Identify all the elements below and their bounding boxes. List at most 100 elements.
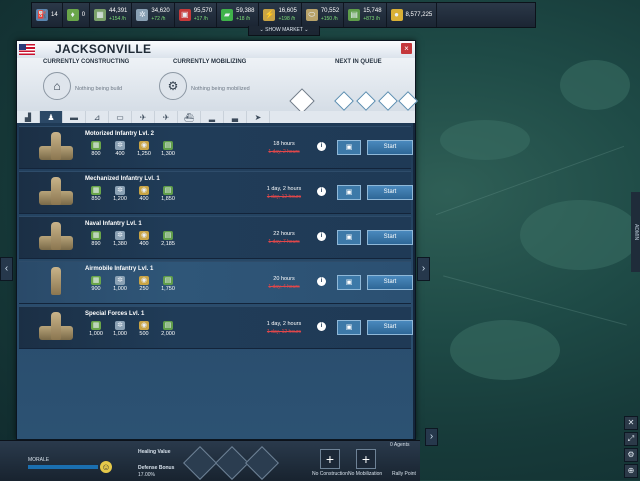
add-to-queue-button[interactable]: ▣ bbox=[337, 140, 361, 155]
tab-artillery[interactable]: ⊿ bbox=[86, 111, 109, 123]
resource-9[interactable]: ● 8,577,225 bbox=[387, 3, 438, 27]
add-construction-button[interactable]: + bbox=[320, 449, 340, 469]
terrain-patch bbox=[440, 120, 530, 160]
resource-bar: ⛽ 14 ♦ 0 ▦ 44,391 +154 /h ✲ 34,620 +72 /h ▣ 95,570 +… bbox=[31, 2, 536, 28]
resource-rate: +150 /h bbox=[320, 16, 338, 22]
close-button[interactable]: × bbox=[401, 43, 412, 54]
queue-label: NEXT IN QUEUE bbox=[335, 59, 382, 65]
tab-building[interactable]: ▟ bbox=[17, 111, 40, 123]
tab-tank[interactable]: ▬ bbox=[63, 111, 86, 123]
resource-rate: +873 /h bbox=[363, 16, 381, 22]
construction-icon: ⌂ bbox=[43, 72, 71, 100]
tab-truck[interactable]: ▭ bbox=[109, 111, 132, 123]
unit-cost-value: 2,185 bbox=[161, 241, 175, 247]
unit-cost: ▦ 900 bbox=[85, 276, 107, 292]
add-to-queue-button[interactable]: ▣ bbox=[337, 185, 361, 200]
add-to-queue-button[interactable]: ▣ bbox=[337, 320, 361, 335]
unit-cost-value: 1,200 bbox=[113, 196, 127, 202]
resource-2[interactable]: ▦ 44,391 +154 /h bbox=[90, 3, 133, 27]
info-icon[interactable]: i bbox=[317, 232, 326, 241]
start-button[interactable]: Start bbox=[367, 140, 413, 155]
tab-missile[interactable]: ➤ bbox=[247, 111, 270, 123]
add-to-queue-button[interactable]: ▣ bbox=[337, 275, 361, 290]
info-icon[interactable]: i bbox=[317, 277, 326, 286]
info-icon[interactable]: i bbox=[317, 187, 326, 196]
resource-8[interactable]: ▤ 15,748 +873 /h bbox=[344, 3, 387, 27]
admin-side-tab[interactable]: ADMIN bbox=[631, 192, 640, 272]
right-arrow-icon[interactable]: › bbox=[417, 257, 430, 281]
unit-cost-value: 400 bbox=[115, 151, 125, 157]
unit-slot-icon[interactable] bbox=[215, 446, 249, 480]
agents-label: 0 Agents bbox=[390, 442, 410, 448]
missile-icon: ➤ bbox=[254, 112, 262, 122]
unit-category-tabs: ▟ ♟ ▬ ⊿ ▭ ✈ ✈ ⛴ ▂ ▃ ➤ bbox=[17, 111, 415, 123]
resource-1[interactable]: ♦ 0 bbox=[63, 3, 91, 27]
production-queue[interactable] bbox=[289, 75, 418, 114]
add-mobilization-button[interactable]: + bbox=[356, 449, 376, 469]
tab-carrier[interactable]: ▃ bbox=[224, 111, 247, 123]
unit-portrait bbox=[37, 130, 75, 164]
unit-cost: ✲ 1,380 bbox=[109, 231, 131, 247]
scrollbar[interactable] bbox=[413, 123, 415, 439]
fullscreen-icon[interactable]: ⤢ bbox=[624, 432, 638, 446]
start-button[interactable]: Start bbox=[367, 320, 413, 335]
tab-submarine[interactable]: ▂ bbox=[201, 111, 224, 123]
unit-slot-icon[interactable] bbox=[245, 446, 279, 480]
supplies-cost-icon: ▦ bbox=[91, 231, 101, 240]
resource-6[interactable]: ⚡ 16,605 +198 /h bbox=[259, 3, 302, 27]
unit-row[interactable]: Motorized Infantry Lvl. 2 ▦ 800 ✲ 400 ◉ 1,250 ▤… bbox=[19, 126, 413, 169]
unit-row[interactable]: Airmobile Infantry Lvl. 1 ▦ 900 ✲ 1,000 ◉ 250 ▤… bbox=[19, 261, 413, 304]
unit-portrait bbox=[37, 220, 75, 254]
close-map-icon[interactable]: ✕ bbox=[624, 416, 638, 430]
queue-slot[interactable] bbox=[398, 91, 418, 111]
start-button[interactable]: Start bbox=[367, 230, 413, 245]
queue-slot[interactable] bbox=[334, 91, 354, 111]
resource-5[interactable]: ▰ 59,388 +18 /h bbox=[217, 3, 260, 27]
queue-slot[interactable] bbox=[289, 88, 315, 114]
settings-gear-icon[interactable]: ⚙ bbox=[624, 448, 638, 462]
tab-ship[interactable]: ⛴ bbox=[178, 111, 201, 123]
tab-jet[interactable]: ✈ bbox=[155, 111, 178, 123]
resource-3[interactable]: ✲ 34,620 +72 /h bbox=[132, 3, 175, 27]
start-button[interactable]: Start bbox=[367, 185, 413, 200]
right-arrow-small-icon[interactable]: › bbox=[425, 428, 438, 446]
unit-name: Special Forces Lvl. 1 bbox=[85, 311, 145, 317]
unit-row[interactable]: Mechanized Infantry Lvl. 1 ▦ 850 ✲ 1,200 ◉ 400… bbox=[19, 171, 413, 214]
queue-slot[interactable] bbox=[378, 91, 398, 111]
info-icon[interactable]: i bbox=[317, 322, 326, 331]
tab-infantry[interactable]: ♟ bbox=[40, 111, 63, 123]
resource-rate: +18 /h bbox=[236, 16, 251, 22]
resource-value: 0 bbox=[81, 12, 86, 18]
start-button[interactable]: Start bbox=[367, 275, 413, 290]
resource-7[interactable]: ⬭ 70,552 +150 /h bbox=[302, 3, 345, 27]
map-border-line bbox=[443, 275, 627, 326]
resource-0[interactable]: ⛽ 14 bbox=[32, 3, 63, 27]
unit-cost: ◉ 400 bbox=[133, 186, 155, 202]
jet-icon: ✈ bbox=[162, 112, 170, 122]
unit-cost: ▤ 1,300 bbox=[157, 141, 179, 157]
money-cost-icon: ▤ bbox=[163, 231, 173, 240]
supplies-cost-icon: ▦ bbox=[91, 276, 101, 285]
unit-row[interactable]: Special Forces Lvl. 1 ▦ 1,000 ✲ 1,000 ◉ 500 ▤ 2,… bbox=[19, 306, 413, 349]
resource-value: 34,620 bbox=[151, 8, 170, 14]
soldier-icon bbox=[51, 132, 61, 160]
info-icon[interactable]: i bbox=[317, 142, 326, 151]
unit-row[interactable]: Naval Infantry Lvl. 1 ▦ 890 ✲ 1,380 ◉ 400 ▤ 2,18… bbox=[19, 216, 413, 259]
city-name: JACKSONVILLE bbox=[55, 42, 152, 56]
unit-slot-icon[interactable] bbox=[183, 446, 217, 480]
add-to-queue-button[interactable]: ▣ bbox=[337, 230, 361, 245]
queue-slot[interactable] bbox=[356, 91, 376, 111]
rally-point-label[interactable]: Rally Point bbox=[392, 471, 416, 477]
tab-helicopter[interactable]: ✈ bbox=[132, 111, 155, 123]
unit-cost-value: 1,000 bbox=[113, 331, 127, 337]
unit-cost: ✲ 1,000 bbox=[109, 321, 131, 337]
original-build-time: 1 day, 7 hours bbox=[268, 239, 300, 245]
build-time: 22 hours bbox=[273, 231, 295, 237]
left-arrow-icon[interactable]: ‹ bbox=[0, 257, 13, 281]
resource-value: 8,577,225 bbox=[405, 12, 433, 18]
show-market-button[interactable]: ⌄ SHOW MARKET ⌄ bbox=[248, 26, 320, 36]
resource-value: 16,605 bbox=[278, 8, 297, 14]
zoom-icon[interactable]: ⊕ bbox=[624, 464, 638, 478]
constructing-value: Nothing being build bbox=[75, 86, 123, 92]
resource-4[interactable]: ▣ 95,570 +17 /h bbox=[175, 3, 218, 27]
